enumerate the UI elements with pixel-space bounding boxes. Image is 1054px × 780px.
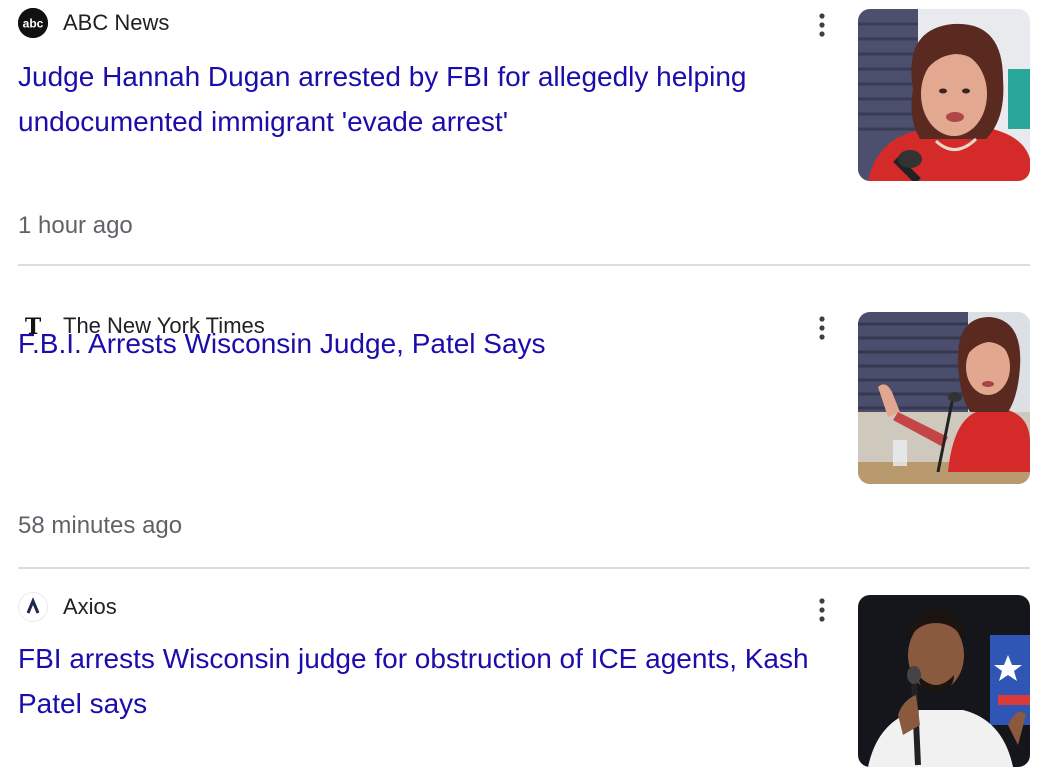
abc-logo-icon: abc bbox=[18, 8, 48, 38]
more-options-icon[interactable] bbox=[812, 593, 832, 627]
article-thumbnail[interactable] bbox=[858, 312, 1030, 484]
source-name: Axios bbox=[63, 594, 117, 619]
svg-text:abc: abc bbox=[23, 17, 44, 31]
article-headline[interactable]: Judge Hannah Dugan arrested by FBI for a… bbox=[18, 54, 818, 144]
news-source[interactable]: Axios bbox=[18, 592, 117, 622]
article-timestamp: 58 minutes ago bbox=[18, 512, 183, 539]
news-card: Axios FBI arrests Wisconsin judge for ob… bbox=[18, 569, 1030, 780]
more-options-icon[interactable] bbox=[812, 8, 832, 42]
news-card: abc ABC News Judge Hannah Dugan arrested… bbox=[18, 0, 1030, 266]
news-feed: abc ABC News Judge Hannah Dugan arrested… bbox=[18, 0, 1030, 780]
article-headline[interactable]: FBI arrests Wisconsin judge for obstruct… bbox=[18, 636, 818, 726]
source-name: ABC News bbox=[63, 10, 170, 35]
article-headline[interactable]: F.B.I. Arrests Wisconsin Judge, Patel Sa… bbox=[18, 321, 818, 366]
news-source[interactable]: abc ABC News bbox=[18, 8, 169, 38]
axios-logo-icon bbox=[18, 592, 48, 622]
article-timestamp: 1 hour ago bbox=[18, 212, 133, 239]
news-card: T The New York Times F.B.I. Arrests Wisc… bbox=[18, 266, 1030, 569]
article-thumbnail[interactable] bbox=[858, 9, 1030, 181]
more-options-icon[interactable] bbox=[812, 311, 832, 345]
article-thumbnail[interactable] bbox=[858, 595, 1030, 767]
